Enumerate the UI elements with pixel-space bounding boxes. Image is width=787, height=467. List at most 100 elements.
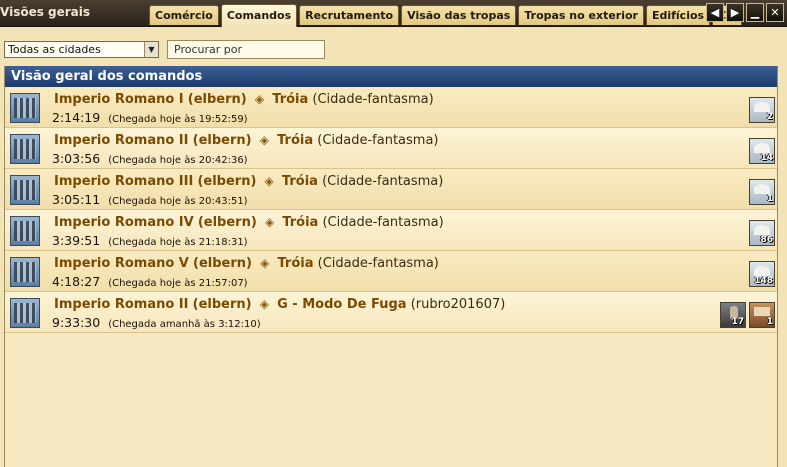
origin-city-link[interactable]: Imperio Romano V [54,256,189,271]
player-link[interactable]: (elbern) [188,92,247,107]
commands-panel: Visão geral dos comandos Imperio Romano … [4,66,778,467]
player-link[interactable]: (elbern) [193,133,252,148]
command-row: Imperio Romano III (elbern) ◈ Tróia (Cid… [5,169,777,210]
target-owner: (Cidade-fantasma) [317,256,439,271]
target-city-link[interactable]: G - Modo De Fuga [277,297,406,312]
target-city-link[interactable]: Tróia [282,215,318,230]
player-link[interactable]: (elbern) [197,174,256,189]
arrival-time: (Chegada amanhã às 3:12:10) [108,319,261,330]
countdown: 3:39:51 [52,233,101,248]
target-owner: (rubro201607) [410,297,506,312]
unit-count: 86 [760,235,773,245]
window-titlebar: Visões gerais Comércio Comandos Recrutam… [0,0,787,27]
tab-edificios[interactable]: Edifícios [645,5,711,25]
attack-arrow-icon: ◈ [260,256,270,270]
ship-unit-icon[interactable]: 14 [749,138,775,164]
unit-count: 17 [731,317,744,327]
origin-city-link[interactable]: Imperio Romano IV [54,215,194,230]
tab-comandos[interactable]: Comandos [220,4,298,27]
command-timing: 3:05:11 (Chegada hoje às 20:43:51) [52,192,248,207]
command-timing: 2:14:19 (Chegada hoje às 19:52:59) [52,110,248,125]
ship-unit-icon[interactable]: 148 [749,261,775,287]
command-timing: 3:39:51 (Chegada hoje às 21:18:31) [52,233,248,248]
command-route: Imperio Romano II (elbern) ◈ Tróia (Cida… [54,133,439,148]
command-row: Imperio Romano I (elbern) ◈ Tróia (Cidad… [5,87,777,128]
tab-scroll-right-icon[interactable]: ▶ [726,3,744,22]
command-row: Imperio Romano V (elbern) ◈ Tróia (Cidad… [5,251,777,292]
attack-command-icon[interactable] [10,257,40,287]
countdown: 4:18:27 [52,274,101,289]
city-filter-select[interactable]: Todas as cidades ▼ [4,41,159,58]
target-owner: (Cidade-fantasma) [322,215,444,230]
ship-unit-icon[interactable]: 86 [749,220,775,246]
origin-city-link[interactable]: Imperio Romano II [54,133,188,148]
countdown: 9:33:30 [52,315,101,330]
command-timing: 3:03:56 (Chegada hoje às 20:42:36) [52,151,248,166]
command-route: Imperio Romano IV (elbern) ◈ Tróia (Cida… [54,215,444,230]
target-owner: (Cidade-fantasma) [317,133,439,148]
tab-comercio[interactable]: Comércio [149,5,219,25]
ship-unit-icon[interactable]: 2 [749,97,775,123]
target-city-link[interactable]: Tróia [272,92,308,107]
attack-arrow-icon: ◈ [264,174,274,188]
target-city-link[interactable]: Tróia [282,174,318,189]
tab-tropas-no-exterior[interactable]: Tropas no exterior [518,5,644,25]
attack-arrow-icon: ◈ [259,133,269,147]
command-route: Imperio Romano III (elbern) ◈ Tróia (Cid… [54,174,443,189]
countdown: 3:05:11 [52,192,101,207]
city-filter-value: Todas as cidades [8,43,101,56]
attack-arrow-icon: ◈ [259,297,269,311]
attack-arrow-icon: ◈ [254,92,265,106]
hoplite-unit-icon[interactable]: 17 [720,302,746,328]
arrival-time: (Chegada hoje às 20:42:36) [108,155,248,166]
window-title: Visões gerais [0,5,91,19]
unit-count: 1 [766,194,773,204]
countdown: 3:03:56 [52,151,101,166]
origin-city-link[interactable]: Imperio Romano II [54,297,188,312]
target-city-link[interactable]: Tróia [277,256,313,271]
unit-count: 14 [760,153,773,163]
attack-arrow-icon: ◈ [264,215,275,229]
tab-visao-das-tropas[interactable]: Visão das tropas [401,5,517,25]
command-row: Imperio Romano IV (elbern) ◈ Tróia (Cida… [5,210,777,251]
ship-unit-icon[interactable]: 1 [749,179,775,205]
player-link[interactable]: (elbern) [193,297,252,312]
attack-command-icon[interactable] [10,298,40,328]
tab-bar: Comércio Comandos Recrutamento Visão das… [149,4,744,27]
tab-recrutamento[interactable]: Recrutamento [299,5,400,25]
attack-command-icon[interactable] [10,134,40,164]
command-row: Imperio Romano II (elbern) ◈ G - Modo De… [5,292,777,333]
minimize-icon[interactable]: ▁ [746,3,764,22]
arrival-time: (Chegada hoje às 19:52:59) [108,114,248,125]
player-link[interactable]: (elbern) [198,215,257,230]
window-controls: ◀ ▶ ▁ ✕ [706,3,786,22]
command-route: Imperio Romano I (elbern) ◈ Tróia (Cidad… [54,92,434,107]
target-city-link[interactable]: Tróia [277,133,313,148]
command-timing: 4:18:27 (Chegada hoje às 21:57:07) [52,274,248,289]
arrival-time: (Chegada hoje às 21:57:07) [108,278,248,289]
countdown: 2:14:19 [52,110,101,125]
arrival-time: (Chegada hoje às 21:18:31) [108,237,248,248]
trireme-unit-icon[interactable]: 1 [749,302,775,328]
origin-city-link[interactable]: Imperio Romano I [54,92,184,107]
target-owner: (Cidade-fantasma) [312,92,434,107]
attack-command-icon[interactable] [10,175,40,205]
unit-count: 2 [766,112,773,122]
attack-command-icon[interactable] [10,216,40,246]
attack-command-icon[interactable] [10,93,40,123]
command-route: Imperio Romano V (elbern) ◈ Tróia (Cidad… [54,256,439,271]
command-row: Imperio Romano II (elbern) ◈ Tróia (Cida… [5,128,777,169]
command-route: Imperio Romano II (elbern) ◈ G - Modo De… [54,297,505,312]
unit-count: 1 [766,317,773,327]
panel-title: Visão geral dos comandos [5,66,777,87]
arrival-time: (Chegada hoje às 20:43:51) [108,196,248,207]
player-link[interactable]: (elbern) [193,256,252,271]
unit-count: 148 [754,276,773,286]
close-icon[interactable]: ✕ [766,3,784,22]
search-input[interactable]: Procurar por [167,40,325,59]
chevron-down-icon: ▼ [144,42,158,57]
command-timing: 9:33:30 (Chegada amanhã às 3:12:10) [52,315,261,330]
tab-scroll-left-icon[interactable]: ◀ [706,3,724,22]
origin-city-link[interactable]: Imperio Romano III [54,174,193,189]
target-owner: (Cidade-fantasma) [322,174,444,189]
